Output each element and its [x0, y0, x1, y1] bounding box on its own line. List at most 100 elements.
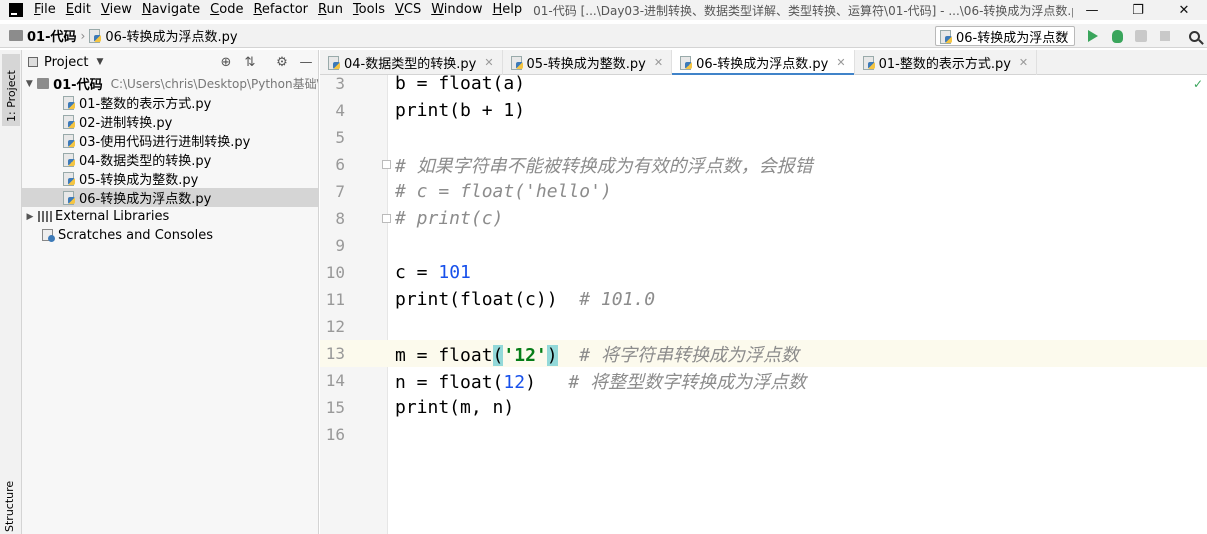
minimize-icon[interactable]: — [1069, 0, 1115, 20]
scratches-icon [42, 229, 55, 242]
line-number: 12 [325, 317, 345, 336]
left-tool-stripe: 1: Project [0, 50, 22, 534]
code-line[interactable]: 10 c = 101 [320, 259, 1207, 286]
file-name: 03-使用代码进行进制转换.py [79, 135, 251, 150]
collapse-all-icon[interactable]: ⇅ [242, 54, 258, 70]
chevron-right-icon[interactable]: ▶ [24, 212, 36, 222]
fold-marker-icon[interactable] [382, 214, 391, 223]
code-text: c = 101 [395, 262, 471, 283]
menu-vcs[interactable]: VCS [390, 0, 426, 20]
stop-icon[interactable] [1157, 28, 1173, 44]
code-line[interactable]: 12 [320, 313, 1207, 340]
code-line[interactable]: 7 # c = float('hello') [320, 178, 1207, 205]
code-editor[interactable]: ✓ 3 b = float(a) 4 print(b + 1) 5 6 # 如果… [320, 73, 1207, 534]
python-file-icon [328, 56, 340, 70]
code-line[interactable]: 6 # 如果字符串不能被转换成为有效的浮点数，会报错 [320, 151, 1207, 178]
scratches-label: Scratches and Consoles [58, 228, 214, 243]
menu-edit[interactable]: Edit [61, 0, 96, 20]
python-file-icon [63, 153, 75, 167]
code-line-current[interactable]: 13 m = float('12') # 将字符串转换成为浮点数 [320, 340, 1207, 367]
navigation-bar: 01-代码 › 06-转换成为浮点数.py 06-转换成为浮点数 ∨ [0, 24, 1207, 48]
search-icon[interactable] [1186, 28, 1202, 44]
number-literal: 101 [438, 262, 471, 283]
code-line[interactable]: 8 # print(c) [320, 205, 1207, 232]
code-line[interactable]: 14 n = float(12) # 将整型数字转换成为浮点数 [320, 367, 1207, 394]
file-name: 04-数据类型的转换.py [79, 154, 212, 169]
number-literal: 12 [503, 371, 526, 393]
tree-file-item[interactable]: 03-使用代码进行进制转换.py [22, 131, 318, 150]
fold-marker-icon[interactable] [382, 160, 391, 169]
menu-refactor[interactable]: Refactor [248, 0, 313, 20]
root-folder-path: C:\Users\chris\Desktop\Python基础\Day [110, 77, 318, 91]
code-comment: # 如果字符串不能被转换成为有效的浮点数，会报错 [395, 155, 813, 177]
project-panel: Project ▼ ⊕ ⇅ ⚙ — ▼ 01-代码 C:\Users\chris… [22, 50, 319, 534]
code-line[interactable]: 4 print(b + 1) [320, 97, 1207, 124]
locate-icon[interactable]: ⊕ [218, 54, 234, 70]
code-token: print(float(c)) [395, 289, 580, 310]
hide-icon[interactable]: — [298, 54, 314, 70]
code-text: print(float(c)) # 101.0 [395, 289, 655, 310]
run-configuration-label: 06-转换成为浮点数 [956, 30, 1069, 46]
project-panel-header: Project ▼ ⊕ ⇅ ⚙ — [22, 50, 318, 74]
run-icon[interactable] [1085, 28, 1101, 44]
tree-file-item-selected[interactable]: 06-转换成为浮点数.py [22, 188, 318, 207]
menu-run[interactable]: Run [313, 0, 348, 20]
file-name: 06-转换成为浮点数.py [79, 192, 212, 207]
structure-tool-window-button[interactable]: Structure [3, 481, 16, 532]
code-line[interactable]: 16 [320, 421, 1207, 448]
menu-code[interactable]: Code [205, 0, 248, 20]
code-comment: # print(c) [395, 208, 504, 229]
menu-help[interactable]: Help [488, 0, 528, 20]
python-file-icon [510, 56, 523, 70]
code-comment: # 101.0 [579, 289, 656, 310]
code-text: m = float('12') # 将字符串转换成为浮点数 [395, 341, 799, 367]
tree-file-item[interactable]: 02-进制转换.py [22, 112, 318, 131]
line-number: 7 [335, 182, 345, 201]
code-text: print(b + 1) [395, 100, 526, 121]
library-icon [38, 211, 52, 222]
code-token: m = float [395, 344, 493, 366]
code-text: print(m, n) [395, 397, 515, 418]
tree-file-item[interactable]: 01-整数的表示方式.py [22, 93, 318, 112]
code-line[interactable]: 3 b = float(a) [320, 70, 1207, 97]
menu-view[interactable]: View [96, 0, 137, 20]
menu-window[interactable]: Window [426, 0, 487, 20]
python-file-icon [680, 56, 693, 70]
project-panel-title[interactable]: Project [44, 55, 88, 70]
tree-file-item[interactable]: 05-转换成为整数.py [22, 169, 318, 188]
window-title: 01-代码 [...\Day03-进制转换、数据类型详解、类型转换、运算符\01… [533, 3, 1074, 18]
close-icon[interactable]: ✕ [1019, 56, 1028, 69]
chevron-down-icon[interactable]: ▼ [24, 79, 35, 89]
menu-tools[interactable]: Tools [348, 0, 390, 20]
line-number: 13 [325, 344, 345, 363]
breadcrumb-file[interactable]: 06-转换成为浮点数.py [105, 26, 237, 45]
tree-scratches[interactable]: Scratches and Consoles [22, 226, 318, 245]
code-line[interactable]: 9 [320, 232, 1207, 259]
close-icon[interactable]: ✕ [654, 56, 663, 69]
close-icon[interactable]: ✕ [1161, 0, 1207, 20]
chevron-down-icon: ∨ [1061, 29, 1069, 40]
debug-icon[interactable] [1109, 28, 1125, 44]
code-line[interactable]: 15 print(m, n) [320, 394, 1207, 421]
python-file-icon [862, 56, 875, 70]
menu-navigate[interactable]: Navigate [137, 0, 205, 20]
tree-root-folder[interactable]: ▼ 01-代码 C:\Users\chris\Desktop\Python基础\… [22, 74, 318, 93]
code-line[interactable]: 11 print(float(c)) # 101.0 [320, 286, 1207, 313]
tree-external-libraries[interactable]: ▶ External Libraries [22, 207, 318, 226]
chevron-down-icon[interactable]: ▼ [96, 57, 103, 67]
run-configuration-select[interactable]: 06-转换成为浮点数 ∨ [935, 26, 1075, 46]
restore-icon[interactable]: ❐ [1115, 0, 1161, 20]
coverage-icon[interactable] [1133, 28, 1149, 44]
tree-file-item[interactable]: 04-数据类型的转换.py [22, 150, 318, 169]
code-line[interactable]: 5 [320, 124, 1207, 151]
close-icon[interactable]: ✕ [836, 56, 845, 69]
line-number: 3 [335, 74, 345, 93]
breadcrumb-project[interactable]: 01-代码 [27, 26, 77, 45]
close-icon[interactable]: ✕ [484, 56, 493, 69]
project-tool-window-button[interactable]: 1: Project [2, 54, 20, 126]
gear-icon[interactable]: ⚙ [274, 54, 290, 70]
menu-file[interactable]: File [29, 0, 61, 20]
external-libraries-label: External Libraries [55, 209, 170, 224]
code-comment: # 将整型数字转换成为浮点数 [568, 371, 807, 393]
breadcrumb-chevron-icon: › [80, 28, 86, 43]
